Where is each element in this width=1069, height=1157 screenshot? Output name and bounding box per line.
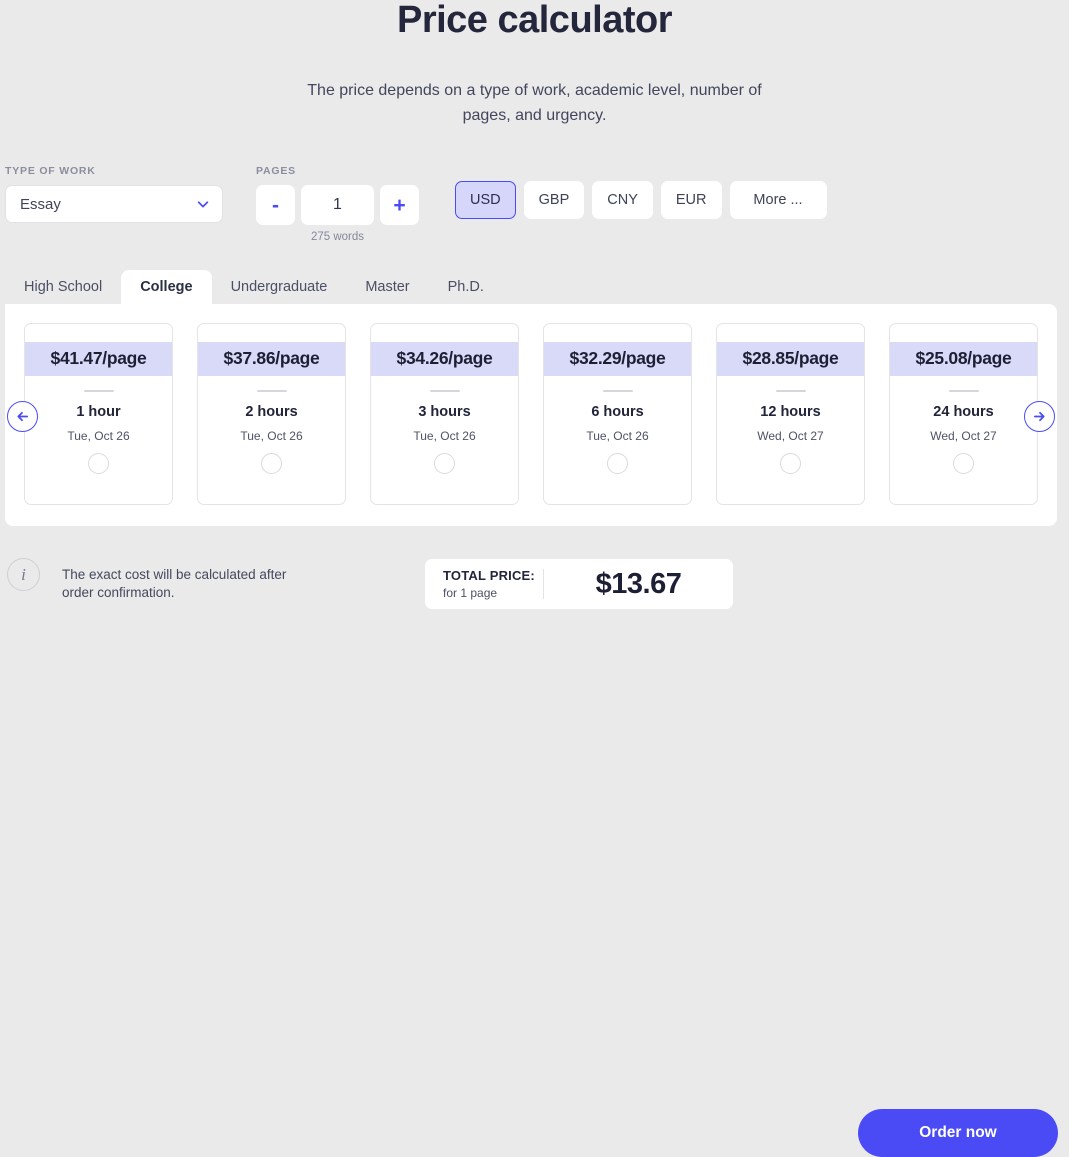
deadline-card[interactable]: $32.29/page 6 hours Tue, Oct 26 <box>543 323 692 505</box>
card-deadline: 24 hours <box>933 404 994 420</box>
card-radio[interactable] <box>261 453 282 474</box>
arrow-right-icon <box>1032 409 1047 424</box>
card-date: Wed, Oct 27 <box>757 429 824 443</box>
pages-increment-button[interactable]: + <box>380 185 419 225</box>
divider <box>948 390 979 392</box>
card-date: Tue, Oct 26 <box>240 429 303 443</box>
currency-button-usd[interactable]: USD <box>455 181 516 219</box>
deadline-card[interactable]: $34.26/page 3 hours Tue, Oct 26 <box>370 323 519 505</box>
card-price: $25.08/page <box>890 342 1037 376</box>
type-of-work-value: Essay <box>20 195 61 213</box>
page-subtitle: The price depends on a type of work, aca… <box>307 82 762 124</box>
tab-undergraduate[interactable]: Undergraduate <box>212 270 347 304</box>
deadline-cards: $41.47/page 1 hour Tue, Oct 26 $37.86/page 2… <box>24 323 1038 505</box>
type-of-work-group: TYPE OF WORK Essay <box>5 165 223 223</box>
calculator-footer: i The exact cost will be calculated afte… <box>0 548 1069 1157</box>
pages-decrement-button[interactable]: - <box>256 185 295 225</box>
currency-button-eur[interactable]: EUR <box>660 181 722 219</box>
divider <box>775 390 806 392</box>
chevron-down-icon <box>196 197 210 211</box>
total-price-sublabel: for 1 page <box>443 586 498 600</box>
card-deadline: 12 hours <box>760 404 821 420</box>
card-radio[interactable] <box>607 453 628 474</box>
card-price: $41.47/page <box>25 342 172 376</box>
type-of-work-label: TYPE OF WORK <box>5 165 96 177</box>
card-price: $37.86/page <box>198 342 345 376</box>
card-price: $32.29/page <box>544 342 691 376</box>
total-price-label: TOTAL PRICE: <box>443 568 535 583</box>
card-date: Tue, Oct 26 <box>67 429 130 443</box>
deadline-panel: $41.47/page 1 hour Tue, Oct 26 $37.86/page 2… <box>5 304 1057 526</box>
pages-value[interactable]: 1 <box>301 185 374 225</box>
pages-group: PAGES - 1 + 275 words <box>256 165 419 243</box>
deadline-card[interactable]: $41.47/page 1 hour Tue, Oct 26 <box>24 323 173 505</box>
tab-master[interactable]: Master <box>346 270 428 304</box>
deadlines-next-button[interactable] <box>1024 401 1055 432</box>
calculator-controls: TYPE OF WORK Essay PAGES - 1 + 275 words… <box>0 160 1069 245</box>
card-radio[interactable] <box>780 453 801 474</box>
tab-college[interactable]: College <box>121 270 212 304</box>
currency-button-gbp[interactable]: GBP <box>523 181 585 219</box>
card-deadline: 2 hours <box>245 404 298 420</box>
card-date: Tue, Oct 26 <box>586 429 649 443</box>
deadlines-prev-button[interactable] <box>7 401 38 432</box>
order-now-button[interactable]: Order now <box>858 1109 1058 1157</box>
card-date: Wed, Oct 27 <box>930 429 997 443</box>
currency-selector: USD GBP CNY EUR More ... <box>455 181 827 219</box>
card-radio[interactable] <box>953 453 974 474</box>
page-title: Price calculator <box>396 0 673 41</box>
info-icon: i <box>7 558 40 591</box>
card-deadline: 6 hours <box>591 404 644 420</box>
divider <box>602 390 633 392</box>
card-date: Tue, Oct 26 <box>413 429 476 443</box>
divider <box>256 390 287 392</box>
card-radio[interactable] <box>434 453 455 474</box>
currency-button-cny[interactable]: CNY <box>592 181 653 219</box>
deadline-card[interactable]: $37.86/page 2 hours Tue, Oct 26 <box>197 323 346 505</box>
card-price: $34.26/page <box>371 342 518 376</box>
total-price-amount: $13.67 <box>595 567 682 600</box>
page-header: Price calculator The price depends on a … <box>0 0 1069 128</box>
tab-ph-d[interactable]: Ph.D. <box>429 270 503 304</box>
exact-cost-note: The exact cost will be calculated after … <box>62 567 287 600</box>
total-price-labels: TOTAL PRICE: for 1 page <box>425 568 543 600</box>
type-of-work-select[interactable]: Essay <box>5 185 223 223</box>
currency-button-more[interactable]: More ... <box>729 181 827 219</box>
pages-label: PAGES <box>256 165 296 177</box>
card-deadline: 1 hour <box>76 404 121 420</box>
quantity-stepper: - 1 + <box>256 185 419 225</box>
divider <box>83 390 114 392</box>
card-deadline: 3 hours <box>418 404 471 420</box>
total-price-box: TOTAL PRICE: for 1 page $13.67 <box>425 559 733 609</box>
arrow-left-icon <box>15 409 30 424</box>
card-price: $28.85/page <box>717 342 864 376</box>
word-count: 275 words <box>310 231 365 243</box>
tab-high-school[interactable]: High School <box>5 270 121 304</box>
deadline-card[interactable]: $25.08/page 24 hours Wed, Oct 27 <box>889 323 1038 505</box>
divider <box>429 390 460 392</box>
academic-level-tabs: High School College Undergraduate Master Ph.… <box>5 270 503 304</box>
card-radio[interactable] <box>88 453 109 474</box>
deadline-card[interactable]: $28.85/page 12 hours Wed, Oct 27 <box>716 323 865 505</box>
